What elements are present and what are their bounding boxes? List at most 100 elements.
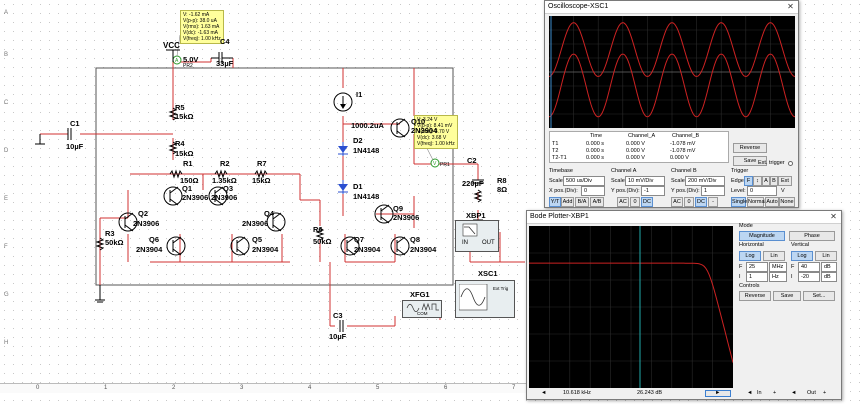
q9-value: 2N3906	[393, 213, 420, 222]
channel-b-ac-button[interactable]: AC	[671, 197, 683, 207]
q1-label: Q1	[182, 184, 193, 193]
bode-cursor-left-icon[interactable]: ◄	[541, 390, 546, 397]
channel-a-scale-label: Scale:	[611, 178, 627, 184]
bode-horizontal-log-button[interactable]: Log	[739, 251, 761, 261]
trigger-normal-button[interactable]: Normal	[747, 197, 766, 207]
bode-plot-screen[interactable]	[529, 226, 734, 388]
timebase-yt-button[interactable]: Y/T	[549, 197, 561, 207]
q6-label: Q6	[149, 235, 160, 244]
bode-plotter-icon[interactable]: IN OUT	[455, 220, 499, 252]
ext-trigger-terminal[interactable]	[788, 161, 793, 166]
bode-in-minus-icon[interactable]: ◄	[747, 390, 752, 397]
bode-vertical-title: Vertical	[791, 242, 810, 248]
scope-screen-icon	[459, 284, 488, 311]
trigger-single-button[interactable]: Single	[731, 197, 747, 207]
q3-label: Q3	[223, 184, 234, 193]
r2-label: R2	[220, 159, 230, 168]
bode-out-plus-icon[interactable]: +	[823, 390, 826, 397]
channel-a-scale-field[interactable]: 10 mV/Div	[625, 176, 665, 186]
timebase-ab-button[interactable]: A/B	[590, 197, 604, 207]
bode-horizontal-i-unit[interactable]: Hz	[769, 272, 787, 282]
channel-a-ypos-label: Y pos.(Div):	[611, 188, 640, 194]
readout-t1-time: 0.000 s	[586, 141, 605, 147]
function-generator-icon[interactable]: COM	[402, 300, 442, 318]
readout-t1-label: T1	[552, 141, 559, 147]
trigger-auto-button[interactable]: Auto	[765, 197, 779, 207]
bode-vertical-f-unit[interactable]: dB	[821, 262, 837, 272]
bode-magnitude-button[interactable]: Magnitude	[739, 231, 785, 241]
bode-in-plus-icon[interactable]: +	[773, 390, 776, 397]
com-label: COM	[417, 311, 428, 316]
bode-phase-button[interactable]: Phase	[789, 231, 835, 241]
bode-vertical-i-unit[interactable]: dB	[821, 272, 837, 282]
q4-value: 2N3906	[242, 219, 269, 228]
bode-close-icon[interactable]: ✕	[828, 212, 839, 222]
bode-set-button[interactable]: Set...	[803, 291, 835, 301]
timebase-xpos-field[interactable]: 0	[581, 186, 605, 196]
readout-channel-b-header: Channel_B	[672, 133, 700, 139]
oscilloscope-screen[interactable]	[548, 16, 796, 128]
bode-readout-frequency: 10.618 kHz	[563, 390, 591, 396]
channel-b-ypos-field[interactable]: 1	[701, 186, 725, 196]
i1-label: I1	[356, 90, 363, 99]
channel-b-ypos-label: Y pos.(Div):	[671, 188, 700, 194]
oscilloscope-reverse-button[interactable]: Reverse	[733, 143, 767, 153]
bode-vertical-log-button[interactable]: Log	[791, 251, 813, 261]
trigger-source-a-button[interactable]: A	[762, 176, 770, 186]
r7-label: R7	[257, 159, 267, 168]
readout-t2-a: 0.000 V	[626, 148, 645, 154]
readout-time-header: Time	[590, 133, 603, 139]
channel-b-minus-button[interactable]: -	[708, 197, 718, 207]
channel-a-dc-button[interactable]: DC	[641, 197, 653, 207]
oscilloscope-window[interactable]: Oscilloscope-XSC1 ✕ Time Channel_A Chann…	[544, 0, 799, 208]
timebase-scale-field[interactable]: 500 us/Div	[563, 176, 605, 186]
oscilloscope-close-icon[interactable]: ✕	[785, 2, 796, 12]
r5-value: 15kΩ	[175, 112, 194, 121]
channel-b-dc-button[interactable]: DC	[695, 197, 707, 207]
bode-reverse-button[interactable]: Reverse	[739, 291, 771, 301]
bode-horizontal-f-field[interactable]: 25	[746, 262, 768, 272]
trigger-source-b-button[interactable]: B	[770, 176, 778, 186]
trigger-edge-fall-button[interactable]: ↕	[753, 176, 762, 186]
xfg1-label: XFG1	[410, 290, 430, 299]
bode-in-label: IN	[462, 240, 468, 246]
oscilloscope-readout: Time Channel_A Channel_B T1 0.000 s 0.00…	[549, 131, 729, 163]
c3-value: 10µF	[329, 332, 347, 341]
bode-out-label: Out	[807, 390, 816, 396]
bode-curve-icon	[462, 223, 478, 237]
bode-out-minus-icon[interactable]: ◄	[791, 390, 796, 397]
bode-mode-title: Mode	[739, 223, 753, 229]
r6-value: 50kΩ	[313, 237, 332, 246]
r5-label: R5	[175, 103, 185, 112]
c4-label: C4	[220, 37, 230, 46]
probe-pr2-readout[interactable]: V: -1.62 mA V(p-p): 38.0 uA V(rms): 1.63 m…	[180, 10, 224, 44]
bode-vertical-f-field[interactable]: 40	[798, 262, 820, 272]
oscilloscope-titlebar[interactable]: Oscilloscope-XSC1 ✕	[545, 1, 798, 14]
trigger-edge-rise-button[interactable]: F	[744, 176, 753, 186]
r3-label: R3	[105, 229, 115, 238]
timebase-ba-button[interactable]: B/A	[575, 197, 589, 207]
channel-a-zero-button[interactable]: 0	[630, 197, 640, 207]
bode-horizontal-lin-button[interactable]: Lin	[763, 251, 785, 261]
bode-vertical-lin-button[interactable]: Lin	[815, 251, 837, 261]
bode-horizontal-i-field[interactable]: 1	[746, 272, 768, 282]
trigger-source-ext-button[interactable]: Ext	[778, 176, 792, 186]
bode-plotter-window[interactable]: Bode Plotter-XBP1 ✕ ◄ 10.618 kHz 26.243 …	[526, 210, 842, 400]
channel-b-scale-field[interactable]: 200 mV/Div	[685, 176, 725, 186]
trigger-level-field[interactable]: 0	[747, 186, 777, 196]
bode-save-button[interactable]: Save	[773, 291, 801, 301]
timebase-add-button[interactable]: Add	[561, 197, 574, 207]
bode-vertical-i-field[interactable]: -20	[798, 272, 820, 282]
oscilloscope-icon[interactable]: Ext Trig	[455, 280, 515, 318]
channel-a-ac-button[interactable]: AC	[617, 197, 629, 207]
q2-value: 2N3906	[133, 219, 160, 228]
trigger-level-label: Level:	[731, 188, 746, 194]
channel-a-ypos-field[interactable]: -1	[641, 186, 665, 196]
channel-b-zero-button[interactable]: 0	[684, 197, 694, 207]
pr2-line-5: V(freq): 1.00 kHz	[183, 36, 221, 42]
bode-titlebar[interactable]: Bode Plotter-XBP1 ✕	[527, 211, 841, 224]
trigger-none-button[interactable]: None	[779, 197, 795, 207]
bode-cursor-right-button[interactable]: ►	[705, 390, 731, 397]
r4-value: 15kΩ	[175, 149, 194, 158]
bode-horizontal-f-unit[interactable]: MHz	[769, 262, 787, 272]
